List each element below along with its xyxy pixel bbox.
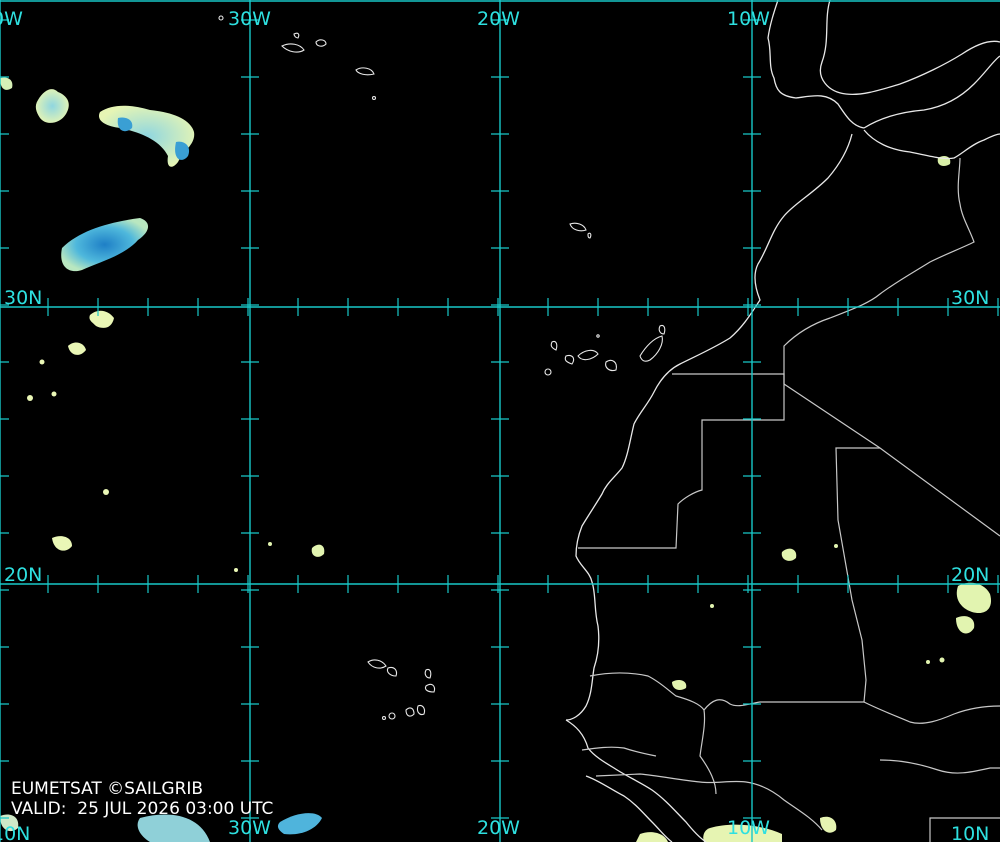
island-cape-verde xyxy=(388,712,396,720)
cloud-patch xyxy=(61,218,149,272)
cloud-patch xyxy=(277,813,322,835)
cloud-speck xyxy=(234,568,238,572)
cloud-speck xyxy=(51,391,57,397)
island-canaries xyxy=(577,349,599,361)
lon-label-top: 10W xyxy=(727,8,770,30)
coastlines xyxy=(565,0,1000,842)
border-mali-east xyxy=(863,701,1000,724)
island-azores xyxy=(355,67,375,76)
island-azores xyxy=(315,39,327,47)
cloud-speck xyxy=(268,542,272,546)
cloud-patch xyxy=(672,680,687,690)
cloud-patch xyxy=(89,310,114,328)
island-canaries xyxy=(639,335,663,362)
lon-label-top: 0W xyxy=(0,8,23,30)
island-cape-verde xyxy=(405,707,415,717)
island-canaries xyxy=(564,354,575,365)
cloud-patch xyxy=(956,616,975,634)
cloud-speck xyxy=(834,544,838,548)
credit-line: EUMETSAT ©SAILGRIB xyxy=(11,779,204,799)
lon-label-top: 20W xyxy=(477,8,520,30)
lat-label-right: 20N xyxy=(951,564,989,586)
cloud-patch xyxy=(52,536,72,551)
cloud-speck xyxy=(939,657,945,663)
cloud-speck xyxy=(926,660,930,664)
lat-label-left: 30N xyxy=(4,287,42,309)
coastline-portugal xyxy=(767,0,865,129)
cloud-speck xyxy=(710,604,714,608)
lat-label-left: 20N xyxy=(4,564,42,586)
island-canaries xyxy=(596,334,600,338)
cloud-speck xyxy=(27,395,33,401)
coastline-guinea xyxy=(585,775,673,842)
lon-label-bottom: 30W xyxy=(228,817,271,839)
island-cape-verde xyxy=(416,704,426,716)
coastline-north-africa xyxy=(863,129,1000,160)
cloud-patch xyxy=(0,77,13,90)
country-borders xyxy=(578,157,1000,842)
island-canaries xyxy=(544,368,552,376)
island-canaries xyxy=(658,324,666,335)
cloud-speck xyxy=(103,489,109,495)
cloud-cover xyxy=(0,77,992,842)
island-madeira xyxy=(587,232,592,239)
valid-time: VALID: 25 JUL 2026 03:00 UTC xyxy=(11,799,274,819)
island-azores xyxy=(218,15,224,21)
island-cape-verde xyxy=(386,666,398,677)
cloud-patch xyxy=(820,816,837,833)
border-algeria-mauritania xyxy=(783,383,1000,537)
lon-label-top: 30W xyxy=(228,8,271,30)
island-canaries xyxy=(605,359,617,372)
border-gambia xyxy=(581,746,657,757)
border-western-sahara xyxy=(578,373,785,549)
island-azores xyxy=(281,43,305,53)
coastline-iberia-africa xyxy=(819,0,1000,96)
cloud-patch xyxy=(68,342,86,355)
island-cape-verde xyxy=(381,715,387,721)
island-madeira xyxy=(569,222,587,232)
border-burkina xyxy=(879,759,1000,774)
island-cape-verde xyxy=(424,683,436,693)
island-azores xyxy=(371,95,377,101)
island-cape-verde xyxy=(367,659,387,669)
lat-label-right: 10N xyxy=(951,823,989,842)
island-cape-verde xyxy=(424,668,432,679)
coastline-west-africa xyxy=(565,719,707,842)
cloud-patch xyxy=(35,89,69,123)
islands xyxy=(218,15,666,721)
coastline-morocco xyxy=(565,133,853,721)
island-azores xyxy=(293,32,300,39)
island-canaries xyxy=(550,340,558,351)
lon-label-bottom: 20W xyxy=(477,817,520,839)
border-guinea xyxy=(595,773,823,831)
graticule-ticks xyxy=(0,19,999,819)
lon-label-bottom: 10W xyxy=(727,817,770,839)
lat-label-left: 10N xyxy=(0,823,30,842)
cloud-patch xyxy=(956,582,992,614)
cloud-patch xyxy=(311,544,325,557)
coastline-strait xyxy=(863,55,1000,129)
cloud-patch xyxy=(781,548,797,561)
lat-label-right: 30N xyxy=(951,287,989,309)
cloud-speck xyxy=(39,359,45,365)
border-mauritania-mali xyxy=(703,447,880,711)
satellite-map: 0W 30W 20W 10W 30W 20W 10W 30N 20N 10N 3… xyxy=(0,0,1000,842)
